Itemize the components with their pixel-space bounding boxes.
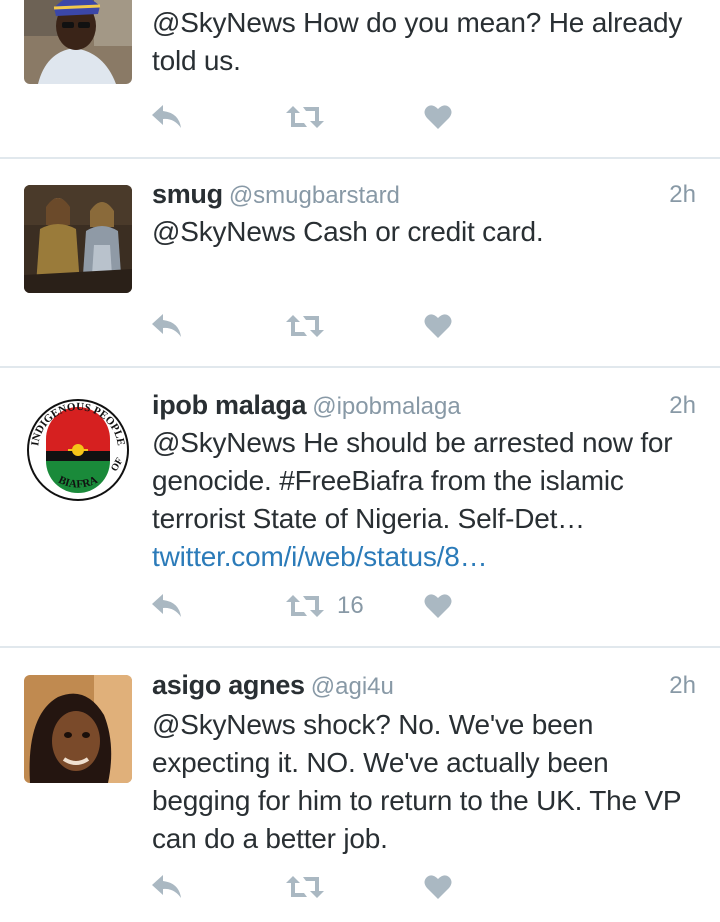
tweet-text-line: @SkyNews shock? No. We've been [152, 709, 594, 740]
like-button[interactable] [424, 589, 452, 623]
retweet-icon [286, 106, 324, 128]
tweet-item[interactable]: asigo agnes @agi4u 2h @SkyNews shock? No.… [0, 648, 720, 922]
user-name[interactable]: asigo agnes [152, 670, 305, 700]
retweet-button[interactable] [285, 100, 325, 134]
heart-icon [424, 314, 452, 338]
like-button[interactable] [424, 100, 452, 134]
retweet-button[interactable] [285, 870, 325, 904]
like-button[interactable] [424, 870, 452, 904]
user-avatar[interactable] [24, 0, 132, 84]
tweet-item[interactable]: @SkyNews How do you mean? He already tol… [0, 0, 720, 159]
user-avatar[interactable] [24, 675, 132, 783]
reply-button[interactable] [150, 589, 184, 623]
like-button[interactable] [424, 309, 452, 343]
tweet-text-line: genocide. #FreeBiafra from the islamic [152, 465, 624, 496]
tweet-header: asigo agnes @agi4u 2h [152, 670, 696, 704]
tweet-timestamp: 2h [669, 392, 696, 419]
tweet-text: @SkyNews How do you mean? He already tol… [152, 4, 698, 80]
retweet-icon [286, 315, 324, 337]
tweet-timestamp: 2h [669, 672, 696, 699]
tweet-text-line: begging for him to return to the UK. The… [152, 785, 682, 816]
tweet-text: @SkyNews shock? No. We've been expecting… [152, 706, 698, 858]
tweet-link[interactable]: twitter.com/i/web/status/8… [152, 538, 698, 576]
heart-icon [424, 594, 452, 618]
tweet-item[interactable]: smug @smugbarstard 2h @SkyNews Cash or cr… [0, 159, 720, 368]
user-handle[interactable]: @ipobmalaga [312, 393, 460, 420]
reply-icon [152, 875, 181, 898]
tweet-text-line: told us. [152, 45, 241, 76]
reply-icon [152, 314, 181, 337]
tweet-text-line: @SkyNews How do you mean? He already [152, 7, 683, 38]
tweet-header: smug @smugbarstard 2h [152, 179, 696, 213]
tweet-header: ipob malaga @ipobmalaga 2h [152, 390, 696, 424]
user-name[interactable]: smug [152, 179, 223, 209]
retweet-button[interactable]: 16 [285, 589, 364, 623]
tweet-text: @SkyNews He should be arrested now for g… [152, 424, 698, 576]
retweet-icon [286, 876, 324, 898]
heart-icon [424, 105, 452, 129]
reply-icon [152, 105, 181, 128]
tweet-text-line: @SkyNews Cash or credit card. [152, 216, 544, 247]
retweet-icon [286, 595, 324, 617]
user-avatar[interactable]: INDIGENOUS PEOPLE BIAFRA OF [24, 394, 132, 502]
user-avatar[interactable] [24, 185, 132, 293]
tweet-text-line: @SkyNews He should be arrested now for [152, 427, 673, 458]
tweet-text-line: expecting it. NO. We've actually been [152, 747, 609, 778]
tweet-timestamp: 2h [669, 181, 696, 208]
tweet-text: @SkyNews Cash or credit card. [152, 213, 698, 251]
reply-button[interactable] [150, 309, 184, 343]
retweet-count: 16 [337, 592, 364, 619]
reply-icon [152, 594, 181, 617]
tweet-text-line: can do a better job. [152, 823, 388, 854]
reply-button[interactable] [150, 100, 184, 134]
user-handle[interactable]: @smugbarstard [229, 182, 400, 209]
reply-button[interactable] [150, 870, 184, 904]
retweet-button[interactable] [285, 309, 325, 343]
tweet-item[interactable]: INDIGENOUS PEOPLE BIAFRA OF ipob malaga @… [0, 368, 720, 648]
user-name[interactable]: ipob malaga [152, 390, 307, 420]
tweet-text-line: terrorist State of Nigeria. Self-Det… [152, 503, 585, 534]
heart-icon [424, 875, 452, 899]
user-handle[interactable]: @agi4u [311, 673, 394, 700]
